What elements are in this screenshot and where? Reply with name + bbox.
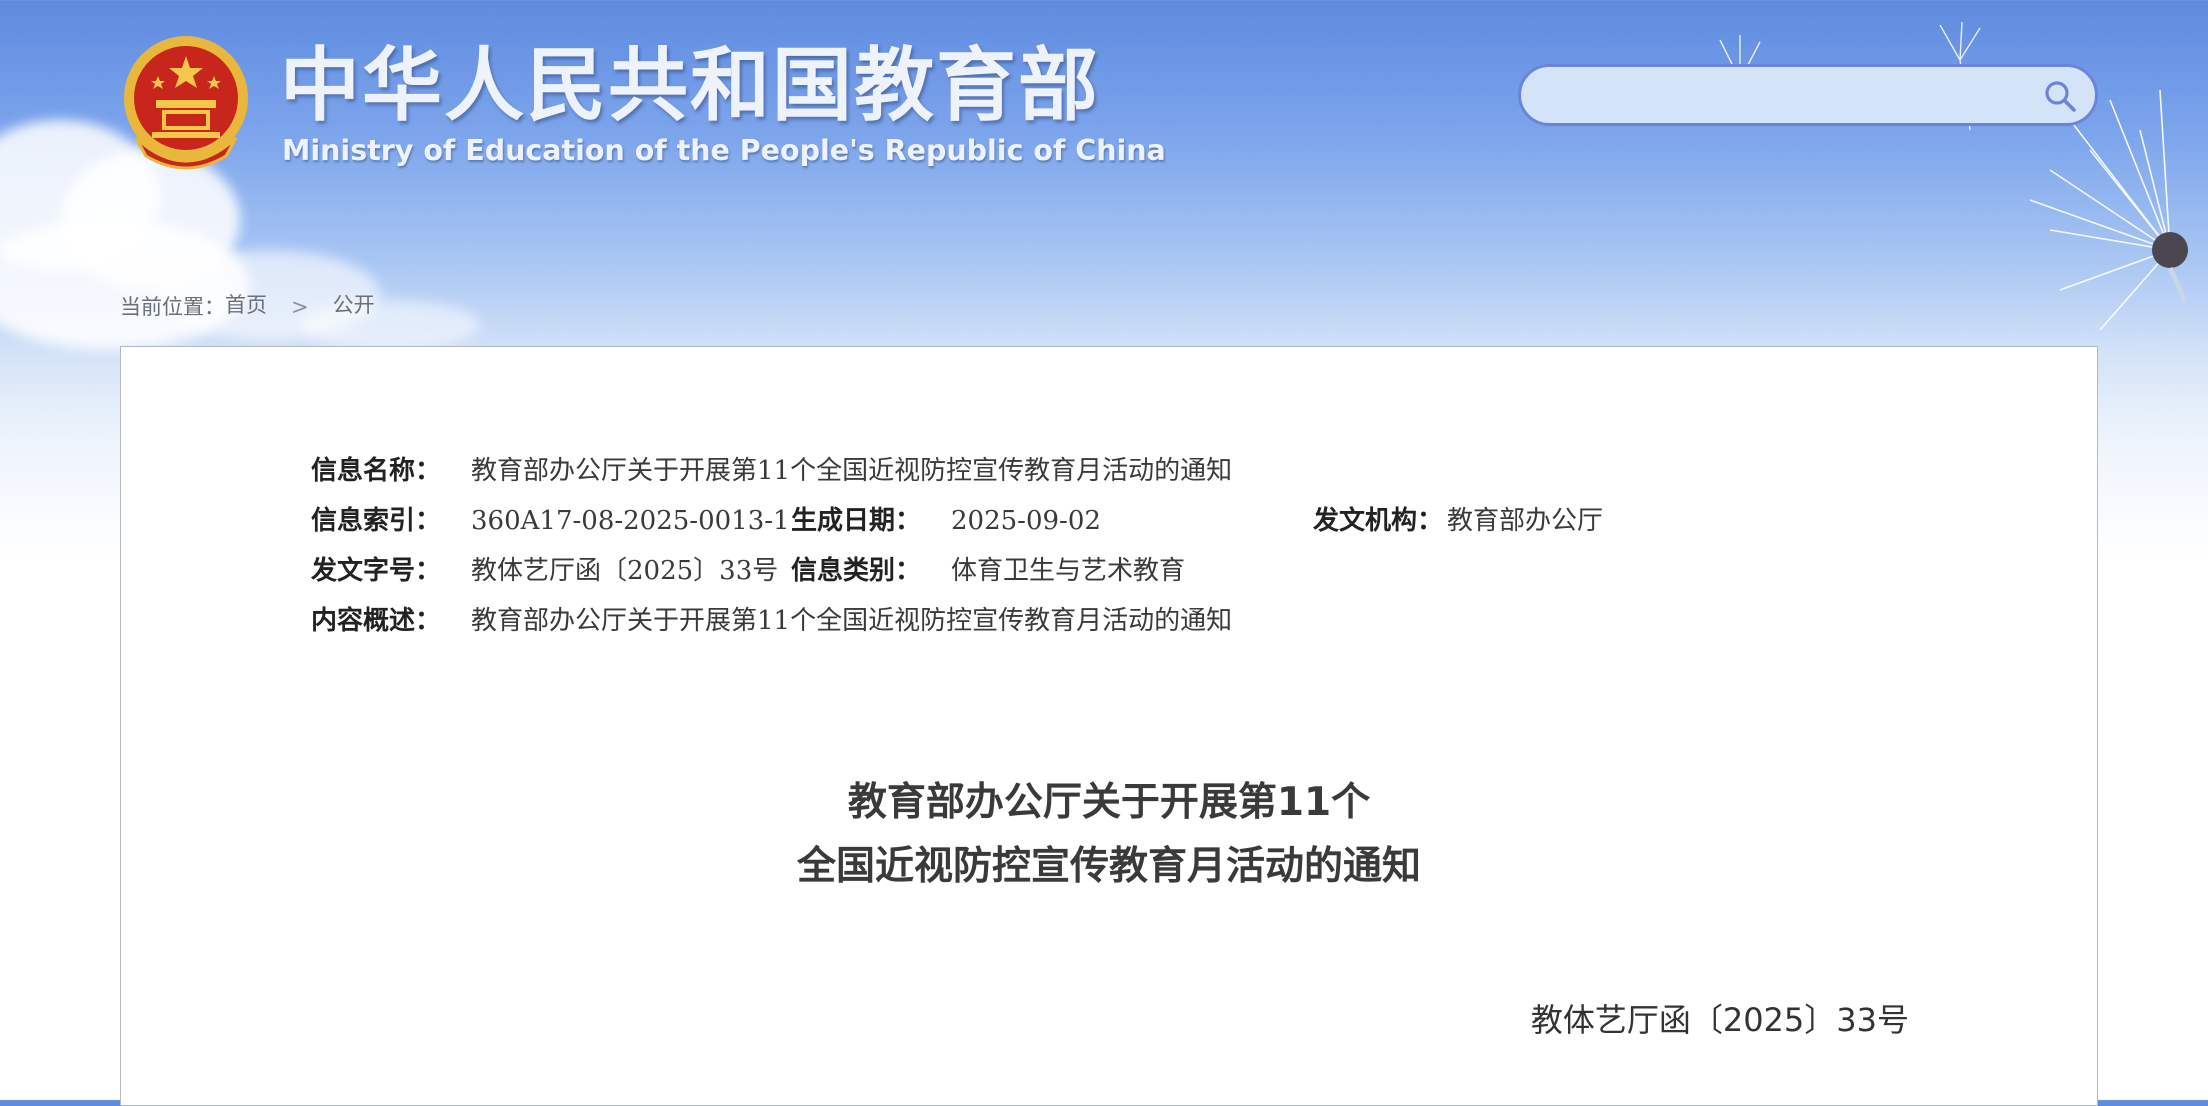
meta-name-value: 教育部办公厅关于开展第11个全国近视防控宣传教育月活动的通知	[471, 456, 1233, 486]
site-header: 中华人民共和国教育部 Ministry of Education of the …	[0, 0, 2208, 330]
meta-org-value: 教育部办公厅	[1447, 506, 1604, 536]
site-title-english[interactable]: Ministry of Education of the People's Re…	[282, 134, 1166, 168]
article-content-panel: 信息名称： 教育部办公厅关于开展第11个全国近视防控宣传教育月活动的通知 信息索…	[120, 346, 2098, 1106]
breadcrumb-separator: >	[291, 294, 309, 319]
document-title-line-2: 全国近视防控宣传教育月活动的通知	[796, 844, 1421, 889]
breadcrumb-home-link[interactable]: 首页	[225, 293, 267, 317]
meta-date-value: 2025-09-02	[951, 506, 1101, 536]
meta-index-value: 360A17-08-2025-0013-1	[471, 506, 790, 536]
meta-date-label: 生成日期：	[791, 506, 922, 536]
breadcrumb-current-link[interactable]: 公开	[333, 293, 375, 317]
meta-org-label: 发文机构：	[1313, 506, 1444, 536]
search-input[interactable]	[1545, 77, 2039, 115]
search-bar	[1518, 64, 2098, 126]
meta-summary-label: 内容概述：	[311, 606, 442, 636]
breadcrumb-prefix: 当前位置：	[120, 294, 225, 319]
search-icon[interactable]	[2043, 79, 2077, 113]
site-title-chinese[interactable]: 中华人民共和国教育部	[280, 38, 1100, 134]
meta-summary-value: 教育部办公厅关于开展第11个全国近视防控宣传教育月活动的通知	[471, 606, 1233, 636]
meta-name-label: 信息名称：	[311, 456, 442, 486]
national-emblem-icon[interactable]	[122, 34, 250, 170]
meta-docno-value: 教体艺厅函〔2025〕33号	[471, 556, 779, 586]
meta-index-label: 信息索引：	[311, 506, 442, 536]
meta-category-value: 体育卫生与艺术教育	[951, 556, 1186, 586]
meta-docno-label: 发文字号：	[311, 556, 442, 586]
meta-category-label: 信息类别：	[791, 556, 922, 586]
breadcrumb: 当前位置：首页 > 公开	[120, 290, 375, 322]
document-number: 教体艺厅函〔2025〕33号	[1530, 1001, 1909, 1039]
document-title-line-1: 教育部办公厅关于开展第11个	[847, 780, 1371, 825]
